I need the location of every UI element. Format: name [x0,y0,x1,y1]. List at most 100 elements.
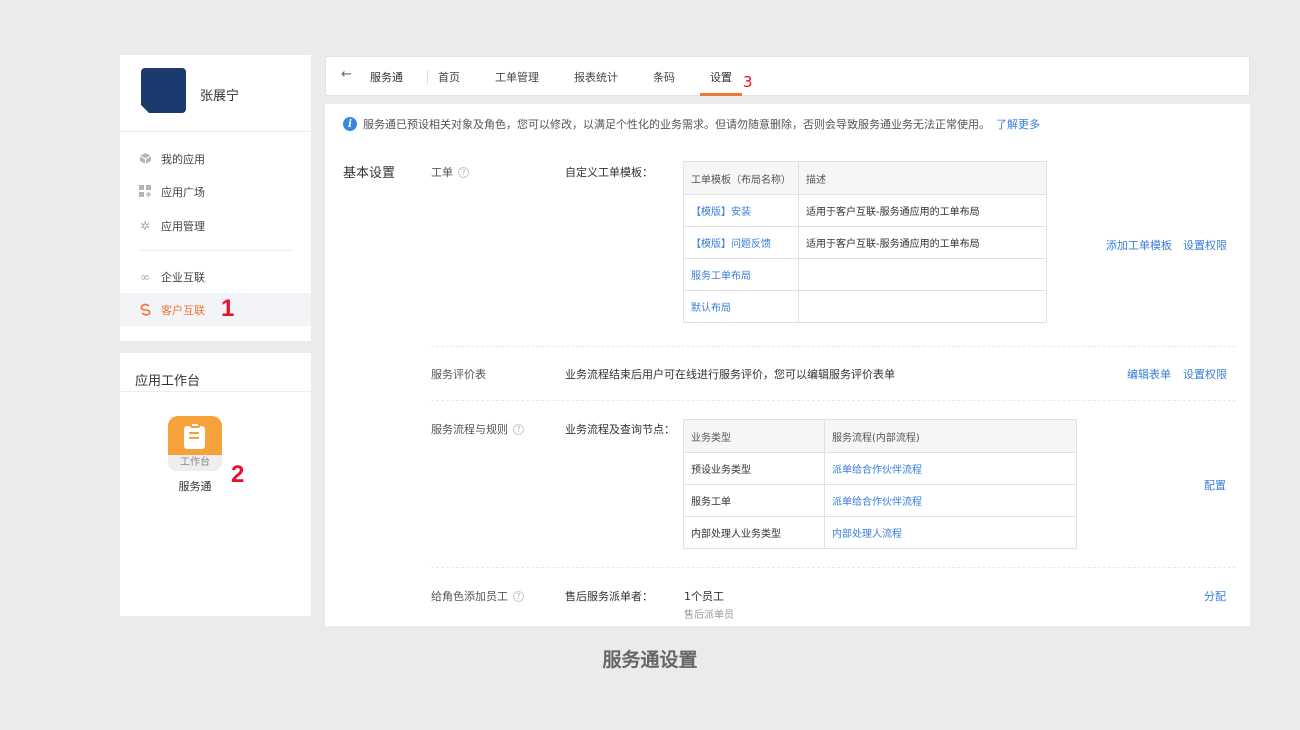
label-text: 给角色添加员工 [431,590,508,603]
table-cell: 适用于客户互联-服务通应用的工单布局 [798,194,1047,227]
clipboard-icon [184,426,205,449]
table-row: 服务工单 派单给合作伙伴流程 [683,484,1077,517]
role-name: 售后派单员 [684,610,734,621]
notice-text: 服务通已预设相关对象及角色，您可以修改，以满足个性化的业务需求。但请勿随意删除，… [363,118,990,131]
nav-item-app-store[interactable]: 应用广场 [120,175,311,208]
customer-link-icon [138,303,152,317]
set-permission-link[interactable]: 设置权限 [1183,237,1227,253]
tab-settings[interactable]: 设置 [710,69,732,85]
evaluation-label: 服务评价表 [431,366,486,382]
tab-barcode[interactable]: 条码 [653,69,675,85]
column-header: 描述 [798,161,1047,195]
workbench-title: 应用工作台 [135,374,201,389]
tab-work-orders[interactable]: 工单管理 [495,69,539,85]
template-link[interactable]: 服务工单布局 [683,258,799,291]
work-order-sub-label: 自定义工单模板： [565,166,653,179]
annotation-marker-3: 3 [743,73,753,91]
nav-item-enterprise-link[interactable]: ∞ 企业互联 [120,260,311,293]
info-icon: i [343,117,357,131]
notice-bar: i 服务通已预设相关对象及角色，您可以修改，以满足个性化的业务需求。但请勿随意删… [343,116,1040,132]
configure-link[interactable]: 配置 [1204,477,1226,493]
add-template-link[interactable]: 添加工单模板 [1106,237,1172,253]
table-row: 服务工单布局 [683,258,1047,291]
table-cell: 适用于客户互联-服务通应用的工单布局 [798,226,1047,259]
tile-label: 工作台 [168,455,222,471]
process-label: 服务流程与规则 ? [431,421,524,437]
nav-item-customer-link[interactable]: 客户互联 [120,293,311,326]
work-order-label: 工单 ? [431,164,469,180]
table-header-row: 业务类型 服务流程(内部流程) [683,419,1077,453]
clip-icon [190,422,200,428]
gear-icon: ✲ [139,218,151,233]
section-title: 基本设置 [343,166,396,181]
arrow-left-icon[interactable]: ← [341,67,352,82]
template-link[interactable]: 默认布局 [683,290,799,323]
table-cell: 预设业务类型 [683,452,825,485]
link-icon: ∞ [140,269,150,284]
user-name: 张展宁 [200,89,240,104]
table-cell [798,290,1047,323]
workbench-card: 应用工作台 工作台 服务通 [120,353,311,616]
table-cell: 服务工单 [683,484,825,517]
roles-sub-label: 售后服务派单者： [565,590,653,603]
table-row: 预设业务类型 派单给合作伙伴流程 [683,452,1077,485]
table-row: 【模版】问题反馈 适用于客户互联-服务通应用的工单布局 [683,226,1047,259]
employee-count: 1个员工 [684,590,724,603]
help-icon[interactable]: ? [513,590,524,602]
column-header: 工单模板（布局名称） [683,161,799,195]
divider [120,391,311,392]
process-link[interactable]: 内部处理人流程 [824,516,1077,549]
nav-label: 我的应用 [161,152,205,166]
nav-label: 企业互联 [161,270,205,284]
table-cell [798,258,1047,291]
set-permission-link[interactable]: 设置权限 [1183,366,1227,382]
divider [120,131,311,132]
divider [431,400,1236,401]
table-row: 内部处理人业务类型 内部处理人流程 [683,516,1077,549]
process-link[interactable]: 派单给合作伙伴流程 [824,452,1077,485]
tab-home[interactable]: 首页 [438,69,460,85]
annotation-marker-1: 1 [221,295,235,322]
tab-reports[interactable]: 报表统计 [574,69,618,85]
nav-item-app-manage[interactable]: ✲ 应用管理 [120,209,311,242]
process-table: 业务类型 服务流程(内部流程) 预设业务类型 派单给合作伙伴流程 服务工单 派单… [683,419,1077,549]
process-sub-label: 业务流程及查询节点： [565,423,675,436]
work-order-template-table: 工单模板（布局名称） 描述 【模版】安装 适用于客户互联-服务通应用的工单布局 … [683,161,1047,323]
service-app-tile[interactable]: 工作台 [168,416,222,471]
learn-more-link[interactable]: 了解更多 [996,116,1040,132]
profile-card: 张展宁 我的应用 应用广场 ✲ 应用管理 ∞ 企业互联 客户互联 [120,55,311,341]
table-row: 【模版】安装 适用于客户互联-服务通应用的工单布局 [683,194,1047,227]
app-name[interactable]: 服务通 [168,478,222,494]
nav-item-my-apps[interactable]: 我的应用 [120,142,311,175]
avatar-badge [141,105,149,113]
divider [431,346,1236,347]
help-icon[interactable]: ? [458,166,469,178]
settings-content: i 服务通已预设相关对象及角色，您可以修改，以满足个性化的业务需求。但请勿随意删… [325,104,1250,626]
evaluation-description: 业务流程结束后用户可在线进行服务评价，您可以编辑服务评价表单 [565,368,895,381]
column-header: 业务类型 [683,419,825,453]
nav-label: 应用管理 [161,219,205,233]
active-tab-indicator [700,93,742,96]
label-text: 服务评价表 [431,368,486,381]
label-text: 工单 [431,166,453,179]
label-text: 服务流程与规则 [431,423,508,436]
template-link[interactable]: 【模版】安装 [683,194,799,227]
template-link[interactable]: 【模版】问题反馈 [683,226,799,259]
process-link[interactable]: 派单给合作伙伴流程 [824,484,1077,517]
table-header-row: 工单模板（布局名称） 描述 [683,161,1047,195]
assign-link[interactable]: 分配 [1204,588,1226,604]
top-nav-bar: ← 服务通 首页 工单管理 报表统计 条码 设置 3 [325,56,1250,96]
page-caption: 服务通设置 [602,649,698,671]
roles-label: 给角色添加员工 ? [431,588,524,604]
divider [139,250,293,251]
cube-icon [138,152,152,166]
app-title: 服务通 [370,71,403,84]
help-icon[interactable]: ? [513,423,524,435]
annotation-marker-2: 2 [231,461,245,488]
edit-form-link[interactable]: 编辑表单 [1127,366,1171,382]
divider [427,70,428,84]
divider [431,567,1236,568]
nav-label: 应用广场 [161,185,205,199]
table-row: 默认布局 [683,290,1047,323]
avatar[interactable] [141,68,186,113]
